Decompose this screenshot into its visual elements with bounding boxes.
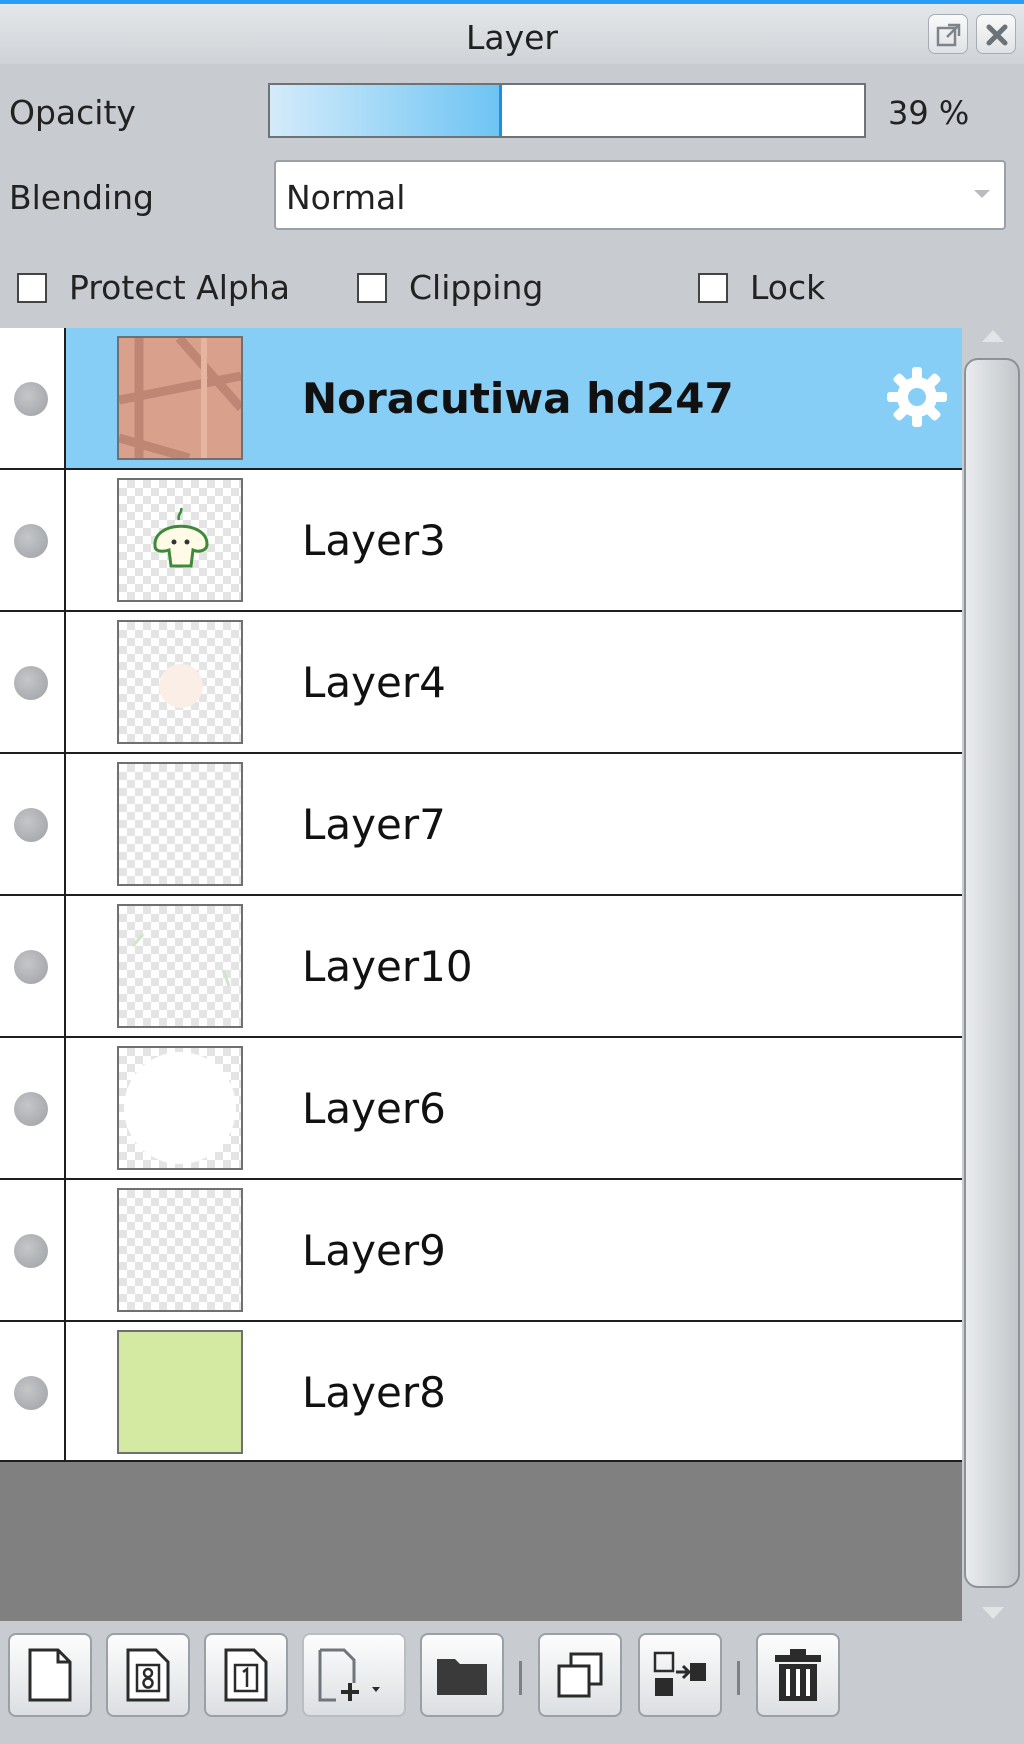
visibility-dot-icon <box>14 950 48 984</box>
layer-name: Layer7 <box>302 800 446 849</box>
panel-title: Layer <box>465 18 558 57</box>
scroll-up-arrow-icon[interactable] <box>982 330 1004 342</box>
layer-row[interactable]: Layer10 <box>0 896 962 1038</box>
layer-name: Layer8 <box>302 1368 446 1417</box>
visibility-dot-icon <box>14 808 48 842</box>
scrollbar-thumb[interactable] <box>964 358 1020 1588</box>
visibility-dot-icon <box>14 382 48 416</box>
lock-checkbox[interactable]: Lock <box>698 268 825 307</box>
visibility-toggle[interactable] <box>0 896 66 1036</box>
duplicate-icon <box>557 1652 603 1698</box>
new-1bit-layer-button[interactable] <box>204 1633 288 1717</box>
opacity-slider-fill <box>270 85 502 136</box>
layer-name: Noracutiwa hd247 <box>302 374 734 423</box>
layer-row[interactable]: Layer3 <box>0 470 962 612</box>
visibility-dot-icon <box>14 1376 48 1410</box>
merge-down-button[interactable] <box>638 1633 722 1717</box>
layer-name: Layer4 <box>302 658 446 707</box>
clipping-checkbox[interactable]: Clipping <box>357 268 543 307</box>
protect-alpha-box[interactable] <box>17 272 47 303</box>
layer-thumbnail <box>117 904 243 1028</box>
blending-value: Normal <box>286 178 406 217</box>
layer-thumbnail <box>117 336 243 460</box>
merge-down-icon <box>653 1651 706 1696</box>
duplicate-layer-button[interactable] <box>538 1633 622 1717</box>
delete-layer-button[interactable] <box>756 1633 840 1717</box>
layer-row[interactable]: Layer6 <box>0 1038 962 1180</box>
layer-name: Layer3 <box>302 516 446 565</box>
close-icon <box>986 24 1008 46</box>
toolbar-separator <box>519 1661 522 1695</box>
new-1bit-layer-icon <box>224 1648 268 1702</box>
layer-name: Layer10 <box>302 942 473 991</box>
blending-label: Blending <box>9 178 155 217</box>
new-8bit-layer-icon <box>126 1648 170 1702</box>
protect-alpha-checkbox[interactable]: Protect Alpha <box>17 268 290 307</box>
visibility-dot-icon <box>14 524 48 558</box>
add-layer-dropdown-icon <box>318 1648 380 1702</box>
layer-list-scrollbar[interactable] <box>962 328 1024 1621</box>
layer-thumbnail <box>117 478 243 602</box>
visibility-dot-icon <box>14 666 48 700</box>
add-layer-dropdown-button[interactable] <box>302 1633 406 1717</box>
opacity-slider[interactable] <box>268 83 866 138</box>
visibility-dot-icon <box>14 1092 48 1126</box>
protect-alpha-label: Protect Alpha <box>69 268 290 307</box>
opacity-value: 39 % <box>888 94 970 132</box>
visibility-dot-icon <box>14 1234 48 1268</box>
layer-thumbnail <box>117 620 243 744</box>
new-folder-button[interactable] <box>420 1633 504 1717</box>
visibility-toggle[interactable] <box>0 1322 66 1460</box>
visibility-toggle[interactable] <box>0 612 66 752</box>
layer-row[interactable]: Layer9 <box>0 1180 962 1322</box>
layer-thumbnail <box>117 1046 243 1170</box>
gear-icon[interactable] <box>884 364 950 430</box>
close-panel-button[interactable] <box>976 14 1016 54</box>
panel-titlebar: Layer <box>0 4 1024 64</box>
scroll-down-arrow-icon[interactable] <box>982 1607 1004 1619</box>
clipping-label: Clipping <box>409 268 544 307</box>
external-window-icon <box>936 23 961 47</box>
toolbar-separator <box>737 1661 740 1695</box>
clipping-box[interactable] <box>357 272 387 303</box>
layer-name: Layer9 <box>302 1226 446 1275</box>
opacity-label: Opacity <box>9 93 136 132</box>
layer-list: Noracutiwa hd247 Layer3 Layer4 Layer7 La… <box>0 328 962 1621</box>
detach-panel-button[interactable] <box>928 14 968 54</box>
lock-box[interactable] <box>698 272 728 303</box>
layer-name: Layer6 <box>302 1084 446 1133</box>
layer-thumbnail <box>117 1330 243 1454</box>
layer-row[interactable]: Layer4 <box>0 612 962 754</box>
new-layer-button[interactable] <box>8 1633 92 1717</box>
layer-row[interactable]: Layer7 <box>0 754 962 896</box>
lock-label: Lock <box>750 268 826 307</box>
layer-toolbar <box>0 1621 1024 1744</box>
new-8bit-layer-button[interactable] <box>106 1633 190 1717</box>
visibility-toggle[interactable] <box>0 1180 66 1320</box>
layer-row[interactable]: Noracutiwa hd247 <box>0 328 962 470</box>
new-layer-icon <box>28 1648 72 1702</box>
visibility-toggle[interactable] <box>0 328 66 468</box>
layer-thumbnail <box>117 762 243 886</box>
folder-icon <box>437 1659 487 1695</box>
trash-icon <box>775 1649 821 1701</box>
blending-select[interactable]: Normal <box>274 160 1006 230</box>
visibility-toggle[interactable] <box>0 754 66 894</box>
visibility-toggle[interactable] <box>0 1038 66 1178</box>
visibility-toggle[interactable] <box>0 470 66 610</box>
layer-row[interactable]: Layer8 <box>0 1322 962 1462</box>
chevron-down-icon <box>974 190 990 198</box>
layer-thumbnail <box>117 1188 243 1312</box>
